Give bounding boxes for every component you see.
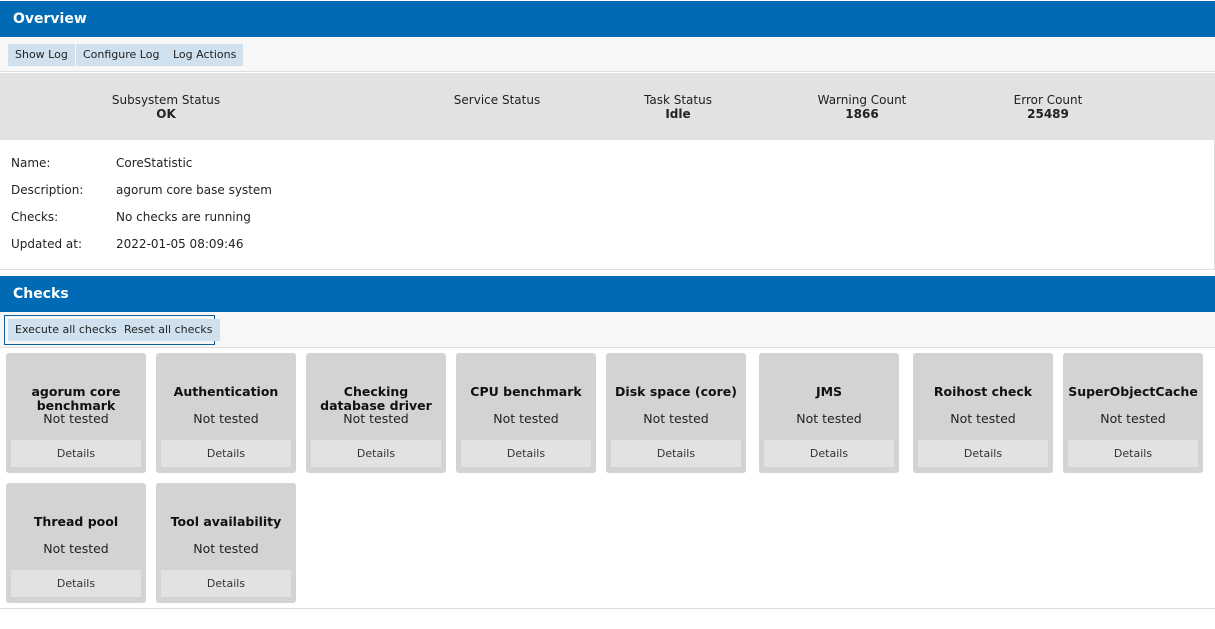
show-log-button[interactable]: Show Log [8, 44, 75, 66]
check-card-state: Not tested [493, 411, 559, 426]
check-card: Roihost check Not tested Details [913, 353, 1053, 473]
overview-toolbar: Show Log Configure Log Log Actions [0, 37, 1215, 72]
check-card: Tool availability Not tested Details [156, 483, 296, 603]
execute-all-checks-button[interactable]: Execute all checks [8, 319, 124, 341]
check-details-button[interactable]: Details [461, 440, 591, 467]
check-card: Thread pool Not tested Details [6, 483, 146, 603]
checks-label: Checks: [11, 210, 59, 224]
warning-count-label: Warning Count [817, 93, 907, 107]
checks-button-group: Execute all checks Reset all checks [4, 315, 220, 345]
service-status-label: Service Status [453, 93, 541, 107]
check-card: SuperObjectCache Not tested Details [1063, 353, 1203, 473]
check-card-state: Not tested [796, 411, 862, 426]
configure-log-button[interactable]: Configure Log [76, 44, 167, 66]
check-card-state: Not tested [193, 541, 259, 556]
updated-label: Updated at: [11, 237, 82, 251]
error-count: Error Count 25489 [1014, 93, 1083, 121]
updated-value: 2022-01-05 08:09:46 [116, 237, 244, 251]
check-card: Checking database driver Not tested Detail… [306, 353, 446, 473]
status-bar: Subsystem Status OK Service Status Task … [0, 73, 1215, 140]
checks-value: No checks are running [116, 210, 251, 224]
check-details-button[interactable]: Details [11, 570, 141, 597]
check-details-button[interactable]: Details [1068, 440, 1198, 467]
check-card: Disk space (core) Not tested Details [606, 353, 746, 473]
check-card-title: Thread pool [33, 514, 119, 529]
task-status-value: Idle [665, 107, 691, 121]
check-card: Authentication Not tested Details [156, 353, 296, 473]
check-card-state: Not tested [950, 411, 1016, 426]
reset-all-checks-button[interactable]: Reset all checks [117, 319, 220, 341]
overview-header: Overview [0, 1, 1215, 37]
check-card: JMS Not tested Details [759, 353, 899, 473]
subsystem-status-label: Subsystem Status [111, 93, 221, 107]
check-card-state: Not tested [43, 411, 109, 426]
description-label: Description: [11, 183, 84, 197]
log-actions-button[interactable]: Log Actions [166, 44, 244, 66]
check-details-button[interactable]: Details [311, 440, 441, 467]
warning-count: Warning Count 1866 [818, 93, 907, 121]
check-card-state: Not tested [643, 411, 709, 426]
checks-title: Checks [13, 286, 69, 302]
check-card-title: Tool availability [170, 514, 282, 529]
subsystem-status-value: OK [156, 107, 176, 121]
check-details-button[interactable]: Details [764, 440, 894, 467]
name-value: CoreStatistic [116, 156, 193, 170]
overview-title: Overview [13, 11, 87, 27]
check-card-state: Not tested [43, 541, 109, 556]
checks-card-grid: agorum core benchmark Not tested Details Au… [0, 348, 1215, 609]
checks-header: Checks [0, 276, 1215, 312]
subsystem-status: Subsystem Status OK [112, 93, 220, 121]
checks-toolbar: Execute all checks Reset all checks [0, 312, 1215, 348]
check-details-button[interactable]: Details [11, 440, 141, 467]
check-card: agorum core benchmark Not tested Details [6, 353, 146, 473]
check-card: CPU benchmark Not tested Details [456, 353, 596, 473]
check-card-title: agorum core benchmark [31, 384, 121, 413]
check-card-title: CPU benchmark [470, 384, 582, 399]
description-value: agorum core base system [116, 183, 272, 197]
check-card-title: JMS [815, 384, 843, 399]
check-card-state: Not tested [343, 411, 409, 426]
service-status: Service Status [454, 93, 540, 107]
check-card-title: Disk space (core) [615, 384, 737, 399]
check-details-button[interactable]: Details [161, 570, 291, 597]
check-card-state: Not tested [1100, 411, 1166, 426]
task-status-label: Task Status [644, 93, 712, 107]
error-count-label: Error Count [1013, 93, 1083, 107]
error-count-value: 25489 [1027, 107, 1069, 121]
warning-count-value: 1866 [845, 107, 879, 121]
check-details-button[interactable]: Details [918, 440, 1048, 467]
check-details-button[interactable]: Details [611, 440, 741, 467]
check-card-title: SuperObjectCache [1068, 384, 1198, 399]
check-card-state: Not tested [193, 411, 259, 426]
check-details-button[interactable]: Details [161, 440, 291, 467]
check-card-title: Checking database driver [320, 384, 432, 413]
check-card-title: Authentication [173, 384, 279, 399]
task-status: Task Status Idle [644, 93, 712, 121]
info-panel: Name: CoreStatistic Description: agorum … [0, 140, 1215, 270]
name-label: Name: [11, 156, 51, 170]
check-card-title: Roihost check [933, 384, 1033, 399]
